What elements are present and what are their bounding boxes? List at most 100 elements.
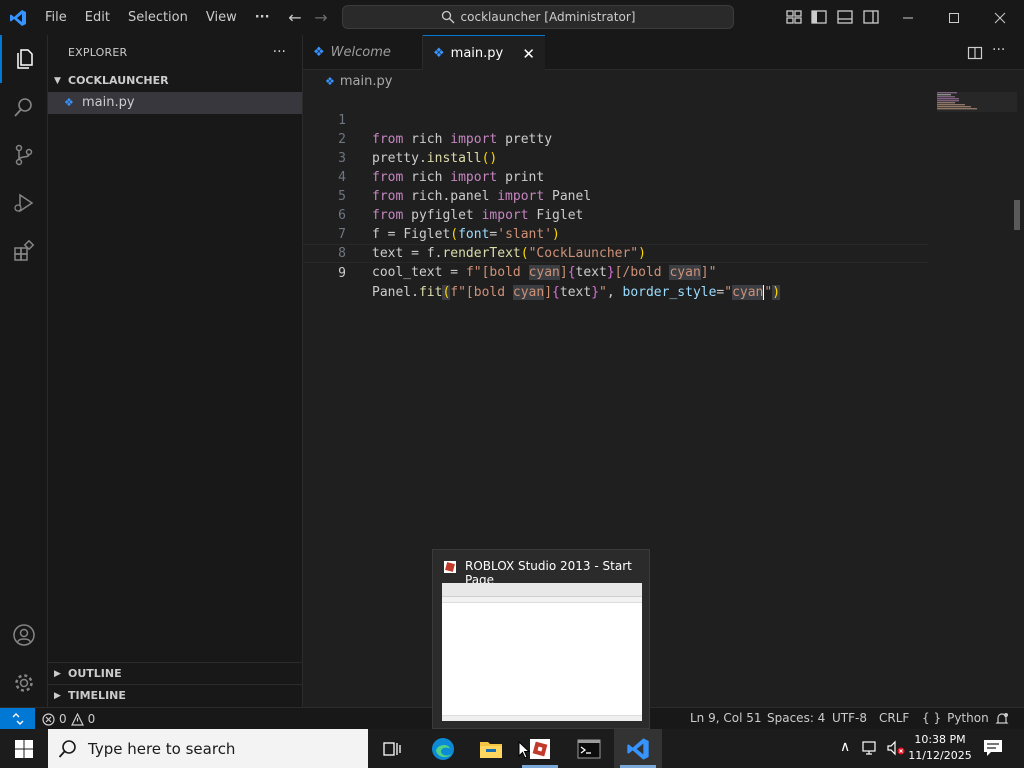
cursor-position[interactable]: Ln 9, Col 51 <box>690 708 762 730</box>
action-center-icon[interactable] <box>983 739 1003 757</box>
python-file-icon: ❖ <box>433 46 445 61</box>
vscode-logo-icon <box>0 0 36 35</box>
breadcrumb[interactable]: ❖ main.py <box>303 70 1024 92</box>
command-center-search[interactable]: cocklauncher [Administrator] <box>342 5 734 29</box>
windows-taskbar: Type here to search ∧ 10:38 PM 11/12/202… <box>0 729 1024 768</box>
minimap[interactable] <box>937 92 1017 112</box>
error-icon <box>42 712 55 726</box>
menu-view[interactable]: View <box>197 0 246 35</box>
code-line-2[interactable]: 2 pretty.install() <box>303 111 928 166</box>
clock[interactable]: 10:38 PM 11/12/2025 <box>908 732 972 764</box>
folder-header[interactable]: ▼ COCKLAUNCHER <box>48 70 302 92</box>
menu-edit[interactable]: Edit <box>76 0 119 35</box>
start-button[interactable] <box>0 729 48 768</box>
error-count: 0 <box>59 711 67 726</box>
timeline-label: TIMELINE <box>68 688 126 702</box>
tab-welcome[interactable]: ❖ Welcome <box>303 35 423 70</box>
code-line-4[interactable]: 4 from rich.panel import Panel <box>303 149 928 204</box>
toggle-panel-icon[interactable] <box>836 8 854 26</box>
vscode-tab-icon: ❖ <box>313 45 325 60</box>
volume-muted-icon[interactable] <box>886 740 906 756</box>
code-line-7[interactable]: 7 text = f.renderText("CockLauncher") <box>303 206 928 261</box>
remote-icon <box>12 713 23 725</box>
vscode-logo-icon <box>627 737 649 760</box>
code-line-9[interactable]: 9 Panel.fit(f"[bold cyan]{text}", border… <box>303 244 928 300</box>
windows-logo-icon <box>15 739 33 758</box>
remote-indicator-button[interactable] <box>0 708 35 730</box>
tab-label: main.py <box>450 46 504 61</box>
extensions-icon[interactable] <box>0 227 48 275</box>
taskbar-search-box[interactable]: Type here to search <box>48 729 368 768</box>
file-item-main-py[interactable]: ❖ main.py <box>48 92 302 114</box>
explorer-more-button[interactable]: ··· <box>273 35 286 70</box>
editor-tabs: ❖ Welcome ❖ main.py ✕ ··· <box>303 35 1024 71</box>
roblox-studio-icon <box>444 561 456 573</box>
explorer-files-icon[interactable] <box>0 35 48 83</box>
tab-main-py[interactable]: ❖ main.py ✕ <box>423 35 545 71</box>
minimize-button[interactable] <box>885 0 931 35</box>
menu-file[interactable]: File <box>36 0 76 35</box>
breadcrumb-file: main.py <box>339 73 393 89</box>
menu-more-button[interactable]: ··· <box>246 0 279 35</box>
taskbar-terminal[interactable] <box>565 729 613 768</box>
show-hidden-icons-chevron-icon[interactable]: ∧ <box>840 739 850 755</box>
source-control-icon[interactable] <box>0 131 48 179</box>
clock-time: 10:38 PM <box>914 733 966 746</box>
code-line-5[interactable]: 5 from pyfiglet import Figlet <box>303 168 928 223</box>
search-icon <box>441 10 455 24</box>
language-label: Python <box>947 711 989 725</box>
editor-more-actions-button[interactable]: ··· <box>992 42 1005 58</box>
warning-count: 0 <box>87 711 96 726</box>
chevron-right-icon: ▶ <box>54 690 61 701</box>
roblox-studio-icon <box>530 738 550 759</box>
toggle-primary-sidebar-icon[interactable] <box>810 8 828 26</box>
problems-status[interactable]: 0 0 <box>42 708 95 730</box>
close-window-button[interactable] <box>977 0 1023 35</box>
search-placeholder: Type here to search <box>88 739 236 758</box>
mouse-cursor-icon <box>518 741 530 759</box>
notifications-bell-icon[interactable] <box>995 712 1009 726</box>
folder-icon <box>480 741 502 758</box>
customize-layout-icon[interactable] <box>785 8 803 26</box>
folder-name: COCKLAUNCHER <box>68 74 169 87</box>
settings-gear-icon[interactable] <box>0 659 48 707</box>
maximize-button[interactable] <box>931 0 977 35</box>
task-view-button[interactable] <box>368 729 416 768</box>
outline-section-header[interactable]: ▶ OUTLINE <box>48 662 302 684</box>
code-line-8[interactable]: 8 cool_text = f"[bold cyan]{text}[/bold … <box>303 225 928 280</box>
clock-date: 11/12/2025 <box>908 749 972 762</box>
close-tab-icon[interactable]: ✕ <box>522 45 535 63</box>
command-prompt-icon <box>577 739 601 758</box>
chevron-right-icon: ▶ <box>54 668 61 679</box>
toggle-secondary-sidebar-icon[interactable] <box>862 8 880 26</box>
split-editor-icon[interactable] <box>967 45 983 61</box>
chevron-down-icon: ▼ <box>54 76 61 86</box>
taskbar-window-preview[interactable]: ROBLOX Studio 2013 - Start Page <box>432 549 650 729</box>
network-icon[interactable] <box>862 740 880 756</box>
encoding-status[interactable]: UTF-8 <box>832 708 867 730</box>
code-line-6[interactable]: 6 f = Figlet(font='slant') <box>303 187 928 242</box>
back-arrow-icon[interactable]: ← <box>283 8 307 27</box>
python-file-icon: ❖ <box>325 74 335 88</box>
editor-scrollbar[interactable] <box>1014 200 1020 230</box>
timeline-section-header[interactable]: ▶ TIMELINE <box>48 684 302 706</box>
taskbar-file-explorer[interactable] <box>467 729 515 768</box>
outline-label: OUTLINE <box>68 666 122 680</box>
braces-icon: { } <box>922 711 942 725</box>
search-view-icon[interactable] <box>0 83 48 131</box>
taskbar-vscode[interactable] <box>614 729 662 768</box>
code-line-3[interactable]: 3 from rich import print <box>303 130 928 185</box>
menu-selection[interactable]: Selection <box>119 0 197 35</box>
activity-bar <box>0 35 48 707</box>
search-icon <box>58 739 76 758</box>
code-line-1[interactable]: 1 from rich import pretty <box>303 92 928 147</box>
eol-status[interactable]: CRLF <box>879 708 909 730</box>
indentation-status[interactable]: Spaces: 4 <box>767 708 825 730</box>
taskbar-edge[interactable] <box>419 729 467 768</box>
accounts-icon[interactable] <box>0 611 48 659</box>
line-number: 9 <box>338 266 346 281</box>
run-debug-icon[interactable] <box>0 179 48 227</box>
language-mode[interactable]: { } Python <box>922 708 989 730</box>
forward-arrow-icon[interactable]: → <box>309 8 333 27</box>
code-editor[interactable]: 1 from rich import pretty 2 pretty.insta… <box>303 92 1024 707</box>
